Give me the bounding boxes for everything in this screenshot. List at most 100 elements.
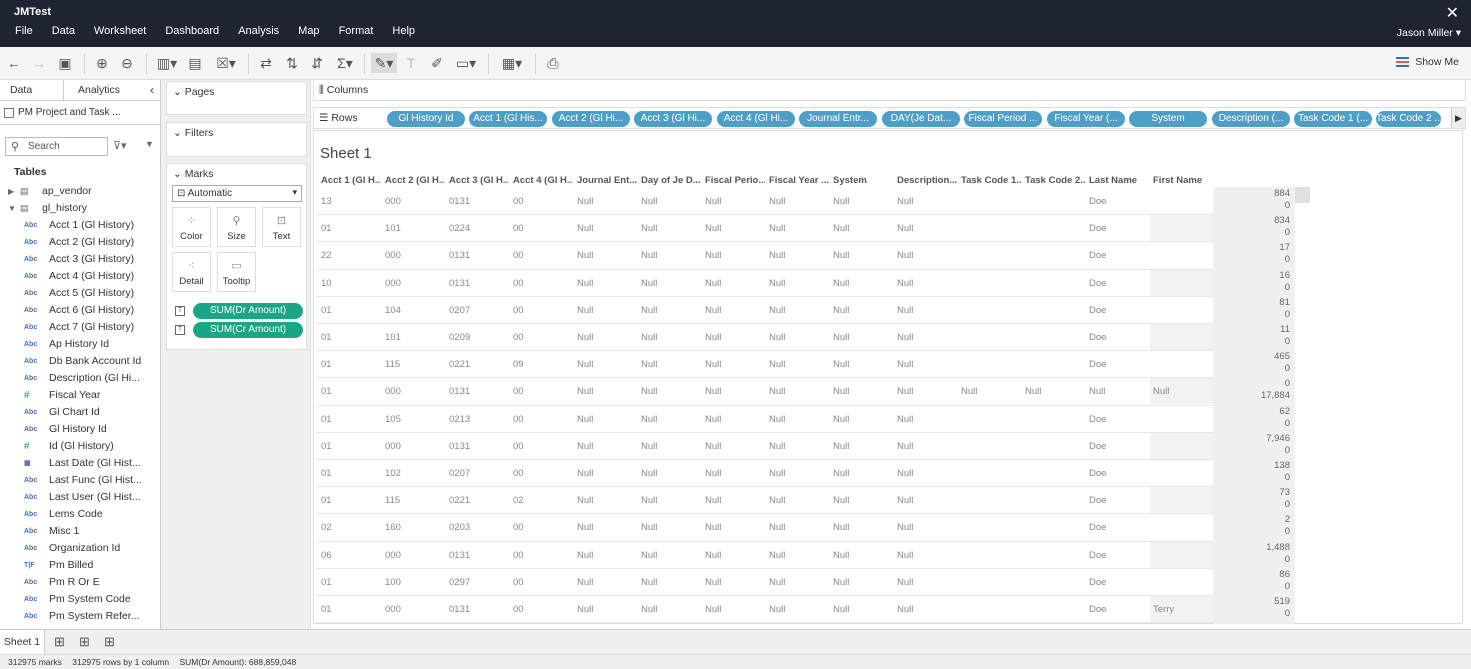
forward-icon[interactable]: → (31, 53, 47, 73)
field-item[interactable]: Abc Organization Id (0, 540, 160, 557)
presentation-icon[interactable]: ▦▾ (498, 53, 526, 73)
new-worksheet-icon[interactable]: ⊞ (54, 634, 65, 650)
field-item[interactable]: T|F Pm Billed (0, 557, 160, 574)
field-item[interactable]: Abc Db Bank Account Id (0, 353, 160, 370)
field-item[interactable]: # Fiscal Year (0, 387, 160, 404)
back-icon[interactable]: ← (6, 53, 22, 73)
menu-data[interactable]: Data (52, 25, 75, 43)
data-source-item[interactable]: PM Project and Task ... (0, 101, 160, 125)
text-button[interactable]: ⊡ Text (262, 207, 301, 247)
column-header[interactable]: Task Code 1... (961, 175, 1021, 186)
sheet-tab[interactable]: Sheet 1 (0, 630, 45, 654)
highlight-icon[interactable]: ✎▾ (371, 53, 397, 73)
row-pill[interactable]: Task Code 1 (... (1294, 111, 1372, 127)
field-item[interactable]: Abc Misc 1 (0, 523, 160, 540)
field-item[interactable]: Abc Acct 7 (Gl History) (0, 319, 160, 336)
duplicate-sheet-icon[interactable]: ▤ (187, 53, 203, 73)
field-item[interactable]: Abc Gl Chart Id (0, 404, 160, 421)
field-item[interactable]: Abc Acct 3 (Gl History) (0, 251, 160, 268)
row-pill[interactable]: Acct 1 (Gl His... (469, 111, 547, 127)
fit-icon[interactable]: ▭▾ (454, 53, 478, 73)
vertical-scrollbar[interactable] (1295, 187, 1310, 203)
menu-analysis[interactable]: Analysis (238, 25, 279, 43)
collapse-icon[interactable]: ▼ (8, 200, 16, 217)
column-header[interactable]: Last Name (1089, 175, 1149, 186)
column-header[interactable]: Acct 3 (Gl H... (449, 175, 509, 186)
row-pill[interactable]: Acct 3 (Gl Hi... (634, 111, 712, 127)
menu-file[interactable]: File (15, 25, 33, 43)
menu-map[interactable]: Map (298, 25, 319, 43)
field-item[interactable]: Abc Pm R Or E (0, 574, 160, 591)
new-dashboard-icon[interactable]: ⊞ (79, 634, 90, 650)
filters-card[interactable]: ⌄ Filters (166, 122, 307, 157)
row-pill[interactable]: DAY(Je Dat... (882, 111, 960, 127)
column-header[interactable]: Task Code 2... (1025, 175, 1085, 186)
new-worksheet-icon[interactable]: ▥▾ (155, 53, 179, 73)
user-menu[interactable]: Jason Miller ▾ (1397, 27, 1461, 39)
expand-icon[interactable]: ▶ (8, 183, 14, 200)
save-icon[interactable]: ▣ (57, 53, 73, 73)
row-pill[interactable]: Acct 4 (Gl Hi... (717, 111, 795, 127)
row-pill[interactable]: Gl History Id (387, 111, 465, 127)
field-item[interactable]: Abc Acct 6 (Gl History) (0, 302, 160, 319)
field-item[interactable]: Abc Lems Code (0, 506, 160, 523)
sort-descending-icon[interactable]: ⇵ (309, 53, 325, 73)
filter-icon[interactable]: ⊽▾ (113, 139, 127, 152)
rows-shelf[interactable]: ☰ Rows Gl History Id Acct 1 (Gl His... Acc… (313, 107, 1466, 129)
row-pill[interactable]: System (1129, 111, 1207, 127)
field-item[interactable]: Abc Acct 2 (Gl History) (0, 234, 160, 251)
column-header[interactable]: Fiscal Year ... (769, 175, 829, 186)
column-header[interactable]: Acct 1 (Gl H... (321, 175, 381, 186)
tab-analytics[interactable]: Analytics (64, 80, 134, 100)
detail-button[interactable]: ⁖ Detail (172, 252, 211, 292)
color-button[interactable]: ⁘ Color (172, 207, 211, 247)
pages-card[interactable]: ⌄ Pages (166, 81, 307, 115)
field-item[interactable]: Abc Description (Gl Hi... (0, 370, 160, 387)
field-item[interactable]: Abc Ap History Id (0, 336, 160, 353)
menu-format[interactable]: Format (339, 25, 374, 43)
pause-updates-icon[interactable]: ⊖ (119, 53, 135, 73)
table-item-ap-vendor[interactable]: ▶ ▤ ap_vendor (0, 183, 160, 200)
totals-icon[interactable]: Σ▾ (335, 53, 355, 73)
column-header[interactable]: Acct 4 (Gl H... (513, 175, 573, 186)
swap-icon[interactable]: ⇄ (258, 53, 274, 73)
measure-pill[interactable]: SUM(Cr Amount) (193, 322, 303, 338)
menu-worksheet[interactable]: Worksheet (94, 25, 146, 43)
row-pill[interactable]: Journal Entr... (799, 111, 877, 127)
column-header[interactable]: Fiscal Perio... (705, 175, 765, 186)
mark-type-select[interactable]: ⊡ Automatic ▾ (172, 185, 302, 202)
column-header[interactable]: First Name (1153, 175, 1213, 186)
tab-data[interactable]: Data (0, 80, 64, 100)
row-pill[interactable]: Acct 2 (Gl Hi... (552, 111, 630, 127)
field-item[interactable]: Abc Acct 1 (Gl History) (0, 217, 160, 234)
column-header[interactable]: Acct 2 (Gl H... (385, 175, 445, 186)
size-button[interactable]: ⚲ Size (217, 207, 256, 247)
sort-ascending-icon[interactable]: ⇅ (284, 53, 300, 73)
pane-menu-icon[interactable]: ▼ (145, 139, 154, 149)
field-item[interactable]: Abc Acct 4 (Gl History) (0, 268, 160, 285)
field-item[interactable]: Abc Last Func (Gl Hist... (0, 472, 160, 489)
field-item[interactable]: Abc Acct 5 (Gl History) (0, 285, 160, 302)
menu-help[interactable]: Help (392, 25, 415, 43)
new-story-icon[interactable]: ⊞ (104, 634, 115, 650)
columns-shelf[interactable]: ⫼ Columns (313, 79, 1466, 101)
column-header[interactable]: Description... (897, 175, 957, 186)
collapse-icon[interactable]: ‹ (150, 83, 154, 97)
tooltip-button[interactable]: ▭ Tooltip (217, 252, 256, 292)
row-pill[interactable]: Description (... (1212, 111, 1290, 127)
search-input[interactable]: ⚲ Search (5, 137, 108, 156)
row-pill[interactable]: Fiscal Period ... (964, 111, 1042, 127)
menu-dashboard[interactable]: Dashboard (165, 25, 219, 43)
close-icon[interactable]: ✕ (1446, 3, 1459, 23)
field-item[interactable]: # Id (Gl History) (0, 438, 160, 455)
table-item-gl-history[interactable]: ▼ ▤ gl_history (0, 200, 160, 217)
measure-pill[interactable]: SUM(Dr Amount) (193, 303, 303, 319)
column-header[interactable]: Day of Je D... (641, 175, 701, 186)
share-icon[interactable]: ⎙ (545, 53, 561, 73)
field-item[interactable]: ▦ Last Date (Gl Hist... (0, 455, 160, 472)
row-pill[interactable]: Fiscal Year (... (1047, 111, 1125, 127)
column-header[interactable]: Journal Ent... (577, 175, 637, 186)
field-item[interactable]: Abc Pm System Code (0, 591, 160, 608)
column-header[interactable]: System (833, 175, 893, 186)
labels-icon[interactable]: T (403, 53, 419, 73)
